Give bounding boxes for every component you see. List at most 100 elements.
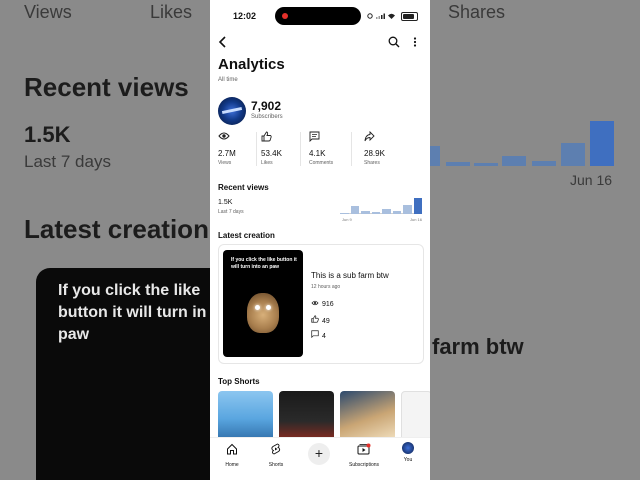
- bg-views-label: Views: [24, 2, 72, 22]
- home-icon: [227, 443, 237, 455]
- nav-label: Shorts: [268, 462, 284, 468]
- divider: [351, 132, 352, 166]
- nav-label: Subscriptions: [348, 462, 379, 468]
- signal-wifi-icon: [367, 13, 395, 19]
- bg-chart-bar: [532, 161, 556, 166]
- thumbs-up-icon: [261, 131, 272, 142]
- stat-label: Likes: [261, 160, 273, 166]
- video-thumbnail[interactable]: If you click the like button it will tur…: [223, 250, 303, 357]
- recent-views-value: 1.5K: [218, 199, 233, 206]
- bg-recent-views-period: Last 7 days: [24, 152, 111, 171]
- share-icon: [364, 131, 375, 142]
- chart-bar: [392, 211, 401, 214]
- bg-chart-bar: [446, 162, 470, 166]
- pug-image: [247, 293, 279, 333]
- phone-screen: 12:02 Analytics All time 7,902 Subscribe…: [210, 0, 430, 480]
- divider: [256, 132, 257, 166]
- chart-bar: [340, 212, 349, 214]
- nav-subscriptions[interactable]: Subscriptions: [344, 442, 384, 468]
- chart-bar: [413, 198, 422, 214]
- app-bar: [210, 34, 430, 52]
- comment-icon: [309, 131, 320, 142]
- stat-comments[interactable]: 4.1K Comments: [309, 131, 357, 167]
- nav-home[interactable]: Home: [212, 442, 252, 468]
- more-vertical-icon[interactable]: [412, 36, 418, 48]
- subscriber-label: Subscribers: [251, 114, 283, 120]
- recent-views-period: Last 7 days: [218, 209, 244, 215]
- subscriber-count: 7,902: [251, 99, 282, 113]
- thumbnail-caption: If you click the like button it will tur…: [231, 257, 297, 270]
- recording-dot-icon: [282, 13, 288, 19]
- stat-likes[interactable]: 53.4K Likes: [261, 131, 309, 167]
- short-thumbnail[interactable]: [218, 391, 273, 441]
- video-views: 916: [311, 300, 334, 308]
- bg-chart-bar: [430, 146, 440, 166]
- bg-chart-bar: [474, 163, 498, 166]
- video-likes-value: 49: [322, 318, 330, 325]
- chart-bar: [371, 211, 380, 214]
- create-button[interactable]: +: [308, 443, 330, 465]
- status-time: 12:02: [233, 11, 257, 21]
- eye-icon: [218, 132, 230, 140]
- back-arrow-icon[interactable]: [218, 36, 228, 48]
- bg-chart-label: Jun 16: [570, 172, 613, 188]
- user-avatar-icon: [402, 442, 414, 454]
- status-bar: 12:02: [210, 0, 430, 32]
- nav-label: You: [403, 457, 413, 463]
- bg-chart-bar: [561, 143, 585, 166]
- video-likes: 49: [311, 315, 330, 325]
- nav-shorts[interactable]: Shorts: [256, 442, 296, 468]
- video-title: This is a sub farm btw: [311, 271, 389, 280]
- page-title: Analytics: [218, 56, 285, 73]
- recent-views-title: Recent views: [218, 183, 269, 192]
- bg-video-title: farm btw: [432, 334, 524, 359]
- stat-value: 53.4K: [261, 149, 282, 158]
- chart-bar: [361, 210, 370, 214]
- stat-label: Comments: [309, 160, 334, 166]
- bg-chart-bar: [590, 121, 614, 166]
- chart-start-label: Jun 9: [342, 217, 352, 222]
- top-shorts-title: Top Shorts: [218, 377, 260, 386]
- bg-recent-views-title: Recent views: [24, 72, 189, 102]
- dynamic-island: [275, 7, 361, 25]
- comment-icon: [311, 330, 319, 338]
- divider: [300, 132, 301, 166]
- bg-chart-bar: [502, 156, 526, 166]
- bg-latest-creation-title: Latest creation: [24, 214, 209, 244]
- bg-recent-views-value: 1.5K: [24, 122, 71, 147]
- eye-icon: [311, 300, 319, 306]
- bg-shares-label: Shares: [448, 2, 506, 22]
- battery-icon: [401, 12, 418, 21]
- stats-row: 2.7M Views 53.4K Likes 4.1K Comments 28.…: [210, 128, 430, 168]
- shorts-icon: [271, 443, 281, 455]
- recent-views-chart[interactable]: Jun 9 Jun 16: [340, 196, 422, 222]
- top-shorts-row: [218, 391, 430, 443]
- stat-label: Shares: [364, 160, 380, 166]
- pug-eye: [266, 305, 271, 310]
- subscriptions-icon: [357, 443, 371, 455]
- chart-bar: [403, 204, 412, 214]
- nav-label: Home: [225, 462, 239, 468]
- chart-bar: [382, 209, 391, 214]
- short-thumbnail[interactable]: [401, 391, 430, 443]
- page-subtitle: All time: [218, 77, 238, 83]
- stat-shares[interactable]: 28.9K Shares: [364, 131, 412, 167]
- video-comments-value: 4: [322, 333, 326, 340]
- channel-avatar[interactable]: [218, 97, 246, 125]
- pug-eye: [255, 305, 260, 310]
- search-icon[interactable]: [388, 36, 400, 48]
- video-time-ago: 12 hours ago: [311, 284, 341, 290]
- latest-creation-card[interactable]: If you click the like button it will tur…: [218, 244, 424, 364]
- chart-bar: [350, 205, 359, 214]
- bg-thumbnail-text: If you click the like button it will tur…: [58, 282, 207, 343]
- short-thumbnail[interactable]: [340, 391, 395, 441]
- stat-value: 2.7M: [218, 149, 236, 158]
- thumbs-up-icon: [311, 315, 319, 323]
- bottom-navigation: Home Shorts + Subscriptions You: [210, 437, 430, 480]
- latest-creation-title: Latest creation: [218, 231, 275, 240]
- stat-value: 4.1K: [309, 149, 326, 158]
- short-thumbnail[interactable]: [279, 391, 334, 441]
- stat-views[interactable]: 2.7M Views: [218, 131, 266, 167]
- stat-label: Views: [218, 160, 232, 166]
- nav-you[interactable]: You: [388, 442, 428, 463]
